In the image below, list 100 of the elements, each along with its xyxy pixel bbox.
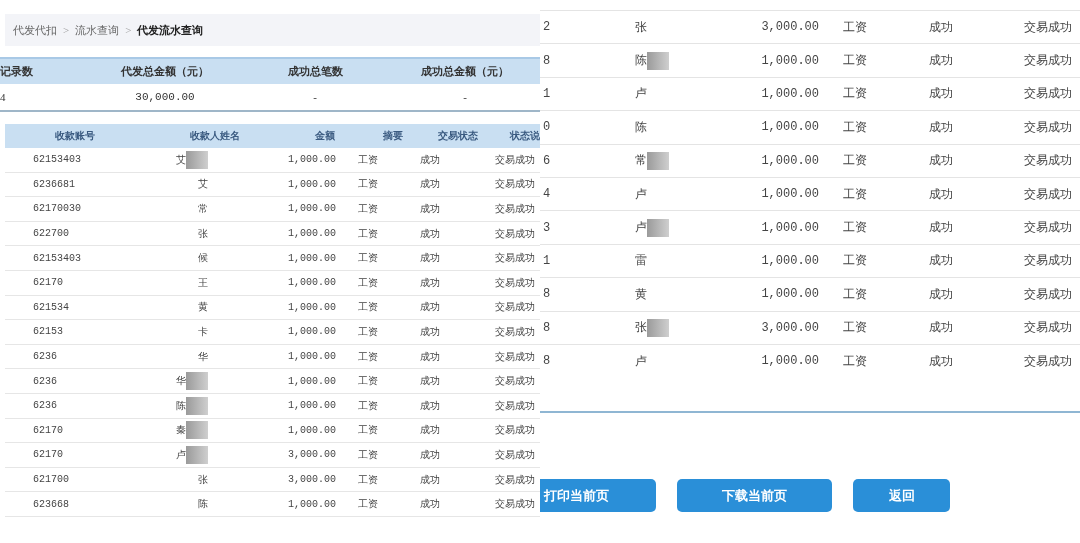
table-cell-text: 8: [542, 287, 552, 302]
table-cell-text: 交易成功: [1023, 152, 1072, 170]
breadcrumb-item[interactable]: 代发流水查询: [137, 22, 204, 38]
table-cell-text: 交易成功: [494, 398, 535, 413]
table-cell-text: 3,000.00: [760, 20, 819, 35]
table-cell-text: 62170030: [33, 203, 82, 215]
table-cell-text: 1,000.00: [760, 354, 819, 369]
table-cell-text: 成功: [928, 219, 953, 237]
table-cell-text: 交易成功: [494, 472, 535, 487]
table-cell-text: 交易成功: [494, 300, 535, 315]
summary-value: 4: [0, 91, 7, 103]
table-cell-text: 成功: [928, 118, 953, 136]
table-cell-text: 3,000.00: [287, 474, 337, 485]
table-cell-text: 1,000.00: [760, 153, 819, 168]
table-cell-text: 交易成功: [494, 497, 535, 512]
table-cell-text: 623668: [33, 498, 70, 510]
table-cell-text: 交易成功: [1023, 252, 1072, 270]
table-cell-text: 工资: [356, 349, 379, 364]
table-cell-text: 工资: [842, 285, 867, 303]
table-cell-text: 62170: [33, 449, 64, 461]
table-cell-text: 1,000.00: [287, 252, 337, 264]
table-cell-text: 工资: [356, 324, 379, 339]
table-cell-text: 1: [542, 253, 552, 268]
table-cell-text: 工资: [842, 185, 867, 203]
table-cell: 黄: [635, 285, 647, 303]
table-cell-text: 工资: [842, 219, 867, 237]
table-cell-text: 交易成功: [494, 349, 535, 364]
table-cell-text: 交易成功: [494, 251, 535, 266]
table-cell-text: 成功: [928, 185, 953, 203]
table-cell-text: 成功: [419, 349, 441, 364]
table-cell: 艾: [176, 152, 186, 167]
table-cell-text: 工资: [842, 352, 867, 370]
table-cell-text: 4: [542, 187, 552, 202]
table-cell-text: 工资: [356, 374, 379, 389]
table-cell-text: 工资: [356, 152, 379, 167]
table-cell-text: 交易成功: [1023, 185, 1072, 203]
table-cell: 陈: [635, 118, 647, 136]
table-cell-text: 工资: [356, 472, 379, 487]
download-button[interactable]: 下载当前页: [677, 479, 832, 513]
table-cell-text: 1,000.00: [287, 400, 337, 412]
table-cell: 张: [198, 226, 208, 241]
summary-value: -: [462, 91, 468, 103]
table-cell: 陈: [635, 52, 647, 70]
table-cell: 张: [635, 319, 647, 337]
table-cell-text: 成功: [419, 497, 441, 512]
table-cell-text: 成功: [928, 319, 953, 337]
table-cell: 陈: [176, 398, 186, 413]
breadcrumb-item[interactable]: 流水查询: [75, 22, 120, 38]
table-cell-text: 成功: [928, 52, 953, 70]
table-cell-text: 交易成功: [494, 226, 535, 241]
table-cell-text: 工资: [842, 319, 867, 337]
column-header: 收款人姓名: [189, 129, 241, 143]
table-cell: 华: [176, 374, 186, 389]
table-cell-text: 成功: [419, 423, 441, 438]
column-header: 成功总金额（元）: [420, 64, 510, 79]
table-cell-text: 交易成功: [1023, 219, 1072, 237]
table-cell-text: 成功: [419, 374, 441, 389]
table-cell-text: 工资: [356, 251, 379, 266]
table-cell-text: 1,000.00: [760, 86, 819, 101]
table-cell-text: 成功: [419, 447, 441, 462]
table-cell-text: 0: [542, 120, 552, 135]
table-cell-text: 交易成功: [1023, 352, 1072, 370]
table-cell-text: 1,000.00: [287, 277, 337, 289]
table-cell-text: 1,000.00: [287, 326, 337, 338]
table-cell: 陈: [198, 497, 208, 512]
table-cell-text: 3,000.00: [760, 320, 819, 335]
table-cell-text: 1,000.00: [287, 424, 337, 436]
column-header: 记录数: [0, 64, 34, 79]
table-cell-text: 交易成功: [494, 152, 535, 167]
table-cell-text: 621700: [33, 474, 70, 485]
table-cell-text: 1,000.00: [760, 120, 819, 135]
back-button[interactable]: 返回: [853, 479, 950, 513]
table-cell-text: 6236: [33, 400, 58, 412]
table-cell-text: 交易成功: [1023, 18, 1072, 36]
table-cell-text: 62170: [33, 424, 64, 436]
table-cell-text: 工资: [842, 252, 867, 270]
table-cell-text: 成功: [928, 85, 953, 103]
table-cell-text: 成功: [419, 275, 441, 290]
print-button[interactable]: 打印当前页: [540, 479, 656, 513]
table-cell-text: 成功: [928, 352, 953, 370]
table-cell-text: 成功: [419, 202, 441, 216]
summary-value: -: [312, 91, 318, 103]
table-cell-text: 工资: [356, 300, 379, 315]
column-header: 金额: [314, 129, 336, 143]
table-cell-text: 8: [542, 53, 552, 68]
table-cell: 卡: [198, 324, 208, 339]
table-cell: 王: [198, 275, 208, 290]
table-cell-text: 成功: [419, 177, 441, 192]
table-cell-text: 62170: [33, 277, 64, 289]
table-cell: 华: [198, 349, 208, 364]
table-cell-text: 1,000.00: [760, 53, 819, 68]
table-cell-text: 6: [542, 153, 552, 168]
table-cell-text: 成功: [419, 398, 441, 413]
table-cell-text: 3,000.00: [287, 449, 337, 461]
table-cell-text: 1,000.00: [760, 253, 819, 268]
table-cell-text: 成功: [928, 252, 953, 270]
table-cell-text: 1,000.00: [287, 228, 337, 240]
breadcrumb-item[interactable]: 代发代扣: [13, 22, 57, 38]
table-cell-text: 交易成功: [494, 423, 535, 438]
table-cell-text: 1: [542, 86, 552, 101]
